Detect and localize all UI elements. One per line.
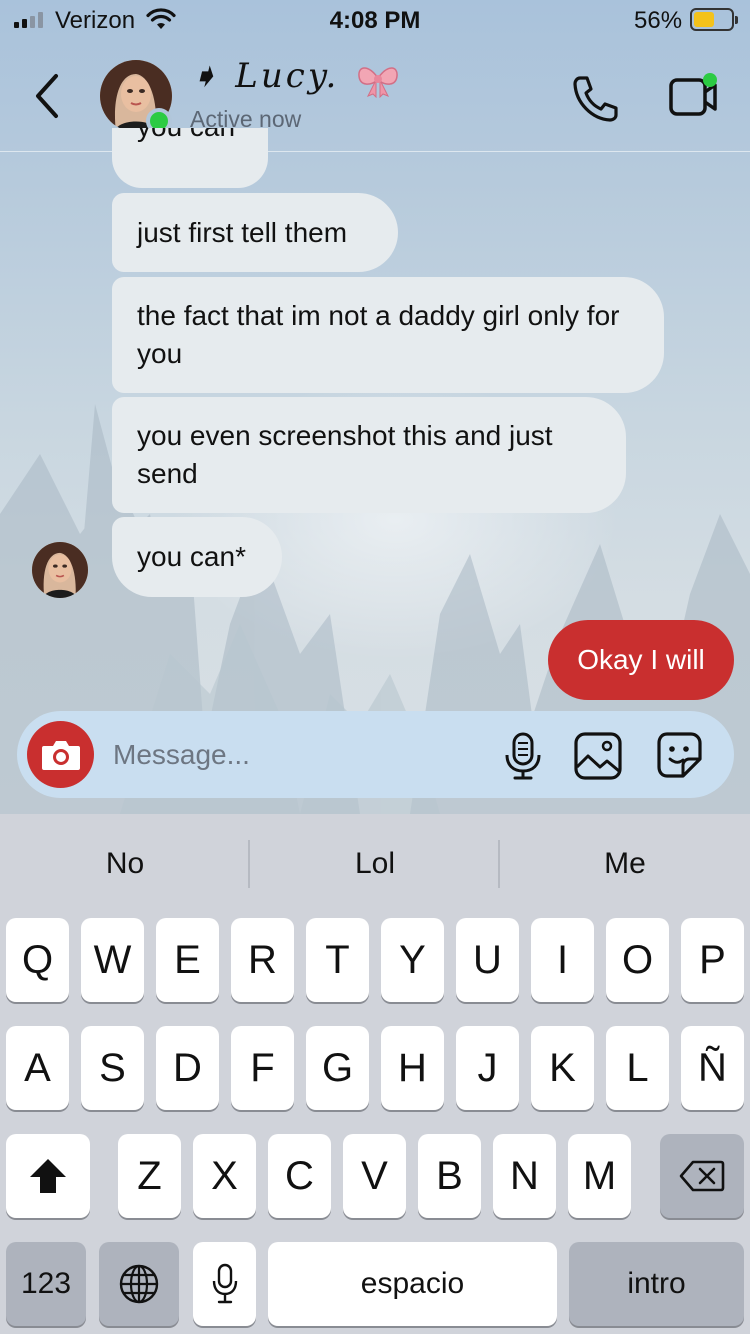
microphone-icon[interactable] xyxy=(501,731,545,781)
shift-key[interactable] xyxy=(6,1134,90,1218)
sender-avatar[interactable] xyxy=(32,542,88,598)
key-n-tilde[interactable]: Ñ xyxy=(681,1026,744,1110)
status-bar: Verizon 4:08 PM 56% xyxy=(0,0,750,40)
key-k[interactable]: K xyxy=(531,1026,594,1110)
key-l[interactable]: L xyxy=(606,1026,669,1110)
keyboard: No Lol Me Q W E R T Y U I O P A S D F G … xyxy=(0,814,750,1334)
message-input[interactable] xyxy=(113,731,493,779)
key-f[interactable]: F xyxy=(231,1026,294,1110)
suggestion-item[interactable]: No xyxy=(0,838,250,890)
key-j[interactable]: J xyxy=(456,1026,519,1110)
key-x[interactable]: X xyxy=(193,1134,256,1218)
key-e[interactable]: E xyxy=(156,918,219,1002)
key-q[interactable]: Q xyxy=(6,918,69,1002)
suggestion-item[interactable]: Lol xyxy=(250,838,500,890)
space-key[interactable]: espacio xyxy=(268,1242,557,1326)
contact-name[interactable]: ➧ Lucy. xyxy=(190,56,339,96)
key-o[interactable]: O xyxy=(606,918,669,1002)
backspace-key[interactable] xyxy=(660,1134,744,1218)
sticker-icon[interactable] xyxy=(653,729,705,781)
incoming-message[interactable]: you can xyxy=(112,128,268,188)
message-composer xyxy=(17,711,734,798)
shift-icon xyxy=(30,1159,66,1193)
phone-icon[interactable] xyxy=(568,72,622,126)
backspace-icon xyxy=(679,1160,725,1192)
suggestion-bar: No Lol Me xyxy=(0,814,750,914)
key-b[interactable]: B xyxy=(418,1134,481,1218)
bow-icon xyxy=(358,67,398,98)
back-chevron-icon[interactable] xyxy=(28,70,68,122)
gallery-icon[interactable] xyxy=(573,731,623,781)
video-call-icon[interactable] xyxy=(664,70,722,128)
key-r[interactable]: R xyxy=(231,918,294,1002)
incoming-message[interactable]: you even screenshot this and just send xyxy=(112,397,626,513)
key-t[interactable]: T xyxy=(306,918,369,1002)
camera-button[interactable] xyxy=(27,721,94,788)
suggestion-item[interactable]: Me xyxy=(500,838,750,890)
battery-percentage: 56% xyxy=(634,7,683,34)
outgoing-message[interactable]: Okay I will xyxy=(548,620,734,700)
key-d[interactable]: D xyxy=(156,1026,219,1110)
incoming-message[interactable]: you can* xyxy=(112,517,282,597)
dictation-key[interactable] xyxy=(193,1242,256,1326)
battery-icon xyxy=(690,8,738,31)
key-z[interactable]: Z xyxy=(118,1134,181,1218)
globe-key[interactable] xyxy=(99,1242,179,1326)
key-a[interactable]: A xyxy=(6,1026,69,1110)
return-key[interactable]: intro xyxy=(569,1242,744,1326)
key-v[interactable]: V xyxy=(343,1134,406,1218)
key-y[interactable]: Y xyxy=(381,918,444,1002)
key-w[interactable]: W xyxy=(81,918,144,1002)
incoming-message[interactable]: just first tell them xyxy=(112,193,398,272)
key-h[interactable]: H xyxy=(381,1026,444,1110)
key-n[interactable]: N xyxy=(493,1134,556,1218)
key-s[interactable]: S xyxy=(81,1026,144,1110)
numbers-key[interactable]: 123 xyxy=(6,1242,86,1326)
globe-icon xyxy=(119,1264,159,1304)
key-m[interactable]: M xyxy=(568,1134,631,1218)
dictation-icon xyxy=(212,1263,237,1304)
key-i[interactable]: I xyxy=(531,918,594,1002)
key-c[interactable]: C xyxy=(268,1134,331,1218)
key-g[interactable]: G xyxy=(306,1026,369,1110)
incoming-message[interactable]: the fact that im not a daddy girl only f… xyxy=(112,277,664,393)
key-p[interactable]: P xyxy=(681,918,744,1002)
key-u[interactable]: U xyxy=(456,918,519,1002)
camera-icon xyxy=(41,740,80,770)
